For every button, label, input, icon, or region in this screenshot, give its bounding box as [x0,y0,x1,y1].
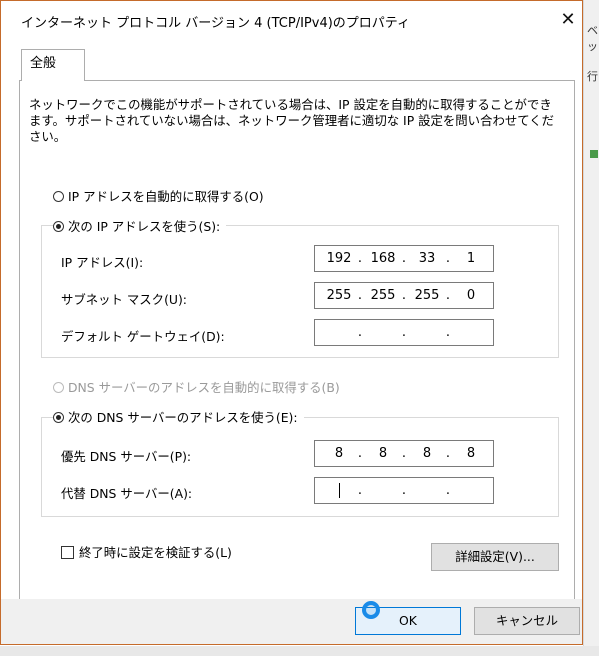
octet-separator: . [401,288,407,303]
background-window: ベッ 行 [583,0,599,656]
dns1-octet-2: 8 [378,446,388,461]
alternate-dns-label: 代替 DNS サーバー(A): [61,486,193,501]
background-strip [0,646,599,656]
octet-separator: . [357,483,363,498]
radio-ip-manual[interactable]: 次の IP アドレスを使う(S): [53,217,227,235]
octet-separator: . [357,251,363,266]
mask-octet-1: 255 [326,288,352,303]
preferred-dns-input[interactable]: 8 . 8 . 8 . 8 [314,440,494,467]
radio-selected-icon [53,411,64,423]
dns1-octet-3: 8 [422,446,432,461]
dns1-octet-1: 8 [334,446,344,461]
ip-octet-2: 168 [370,251,396,266]
window-title: インターネット プロトコル バージョン 4 (TCP/IPv4)のプロパティ [21,16,411,31]
radio-dns-manual[interactable]: 次の DNS サーバーのアドレスを使う(E): [53,408,304,426]
ip-address-input[interactable]: 192 . 168 . 33 . 1 [314,245,494,272]
cancel-button[interactable]: キャンセル [474,607,580,635]
dns1-octet-4: 8 [466,446,476,461]
octet-separator: . [445,251,451,266]
radio-ip-auto[interactable]: IP アドレスを自動的に取得する(O) [53,187,264,205]
click-marker-icon [362,601,380,619]
validate-on-exit-checkbox[interactable]: 終了時に設定を検証する(L) [61,543,232,561]
radio-selected-icon [53,220,64,232]
checkbox-label: 終了時に設定を検証する(L) [79,545,232,560]
close-icon[interactable]: ✕ [556,9,580,33]
checkbox-box-icon [61,545,74,559]
preferred-dns-label: 優先 DNS サーバー(P): [61,449,192,464]
octet-separator: . [445,483,451,498]
octet-separator: . [445,325,451,340]
mask-octet-3: 255 [414,288,440,303]
default-gateway-label: デフォルト ゲートウェイ(D): [61,329,225,344]
radio-label: 次の DNS サーバーのアドレスを使う(E): [68,410,298,425]
advanced-button[interactable]: 詳細設定(V)... [431,543,559,571]
title-bar[interactable]: インターネット プロトコル バージョン 4 (TCP/IPv4)のプロパティ ✕ [1,1,582,39]
text-caret [339,483,340,498]
ip-octet-4: 1 [466,251,476,266]
octet-separator: . [401,446,407,461]
octet-separator: . [445,446,451,461]
radio-label: IP アドレスを自動的に取得する(O) [68,189,264,204]
description-text: ネットワークでこの機能がサポートされている場合は、IP 設定を自動的に取得するこ… [29,97,555,144]
mask-octet-2: 255 [370,288,396,303]
ip-octet-1: 192 [326,251,352,266]
tcpipv4-properties-dialog: インターネット プロトコル バージョン 4 (TCP/IPv4)のプロパティ ✕… [0,0,583,645]
radio-label: DNS サーバーのアドレスを自動的に取得する(B) [68,380,340,395]
tab-general[interactable]: 全般 [21,49,85,81]
subnet-mask-input[interactable]: 255 . 255 . 255 . 0 [314,282,494,309]
mask-octet-4: 0 [466,288,476,303]
background-icon [590,150,598,158]
ip-address-label: IP アドレス(I): [61,255,144,270]
background-text: ベッ [587,24,598,53]
ip-octet-3: 33 [418,251,436,266]
octet-separator: . [401,325,407,340]
octet-separator: . [357,288,363,303]
default-gateway-input[interactable]: . . . [314,319,494,346]
octet-separator: . [357,446,363,461]
radio-label: 次の IP アドレスを使う(S): [68,219,221,234]
octet-separator: . [401,251,407,266]
radio-dns-auto: DNS サーバーのアドレスを自動的に取得する(B) [53,378,340,396]
alternate-dns-input[interactable]: . . . [314,477,494,504]
radio-circle-icon [53,381,64,393]
octet-separator: . [357,325,363,340]
octet-separator: . [445,288,451,303]
background-text: 行 [587,70,598,83]
subnet-mask-label: サブネット マスク(U): [61,292,187,307]
octet-separator: . [401,483,407,498]
radio-circle-icon [53,190,64,202]
